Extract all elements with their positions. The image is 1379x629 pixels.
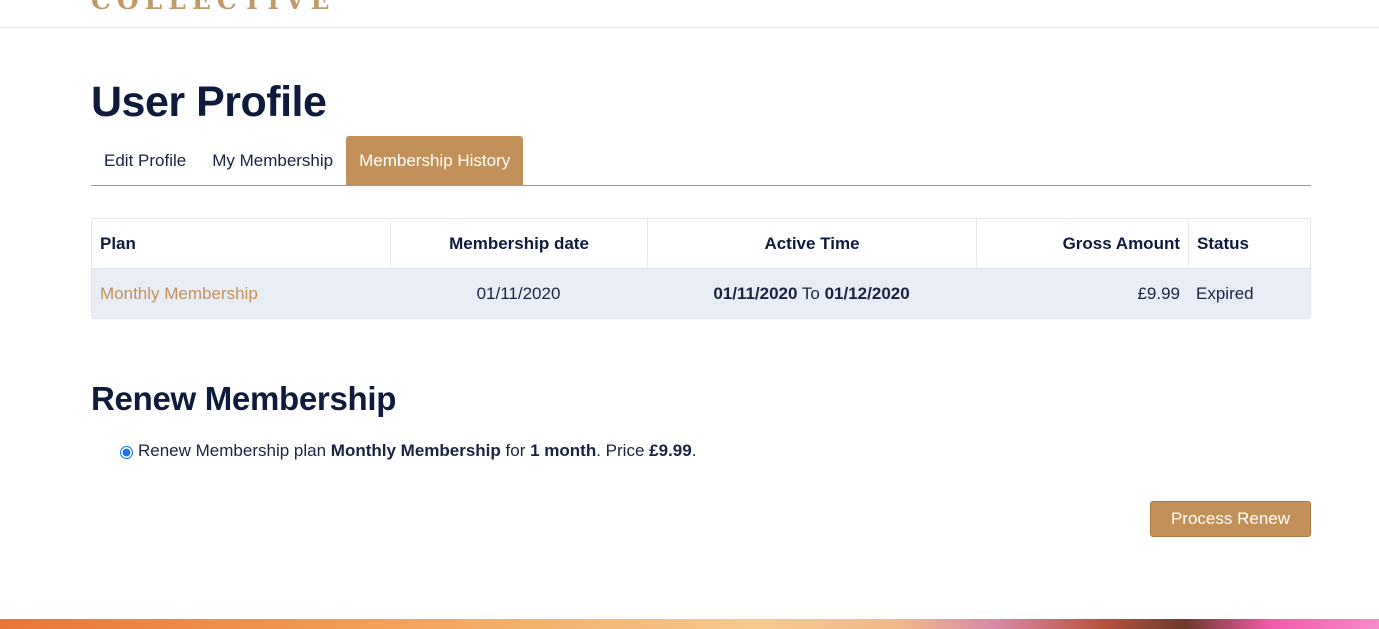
plan-link[interactable]: Monthly Membership	[100, 284, 258, 303]
renew-option-prefix: Renew Membership plan	[138, 441, 327, 460]
column-header-gross-amount: Gross Amount	[976, 219, 1188, 269]
footer-image-banner	[0, 619, 1379, 629]
membership-date-cell: 01/11/2020	[476, 283, 561, 303]
column-header-plan: Plan	[92, 219, 390, 269]
renew-section-title: Renew Membership	[91, 380, 397, 417]
tab-membership-history[interactable]: Membership History	[346, 136, 524, 185]
membership-history-table: Plan Membership date Active Time Gross A…	[91, 218, 1311, 319]
renew-plan-radio[interactable]	[120, 446, 133, 459]
renew-option-suffix: .	[691, 441, 697, 460]
table-row: Monthly Membership 01/11/2020 01/11/2020…	[92, 269, 1310, 318]
status-cell: Expired	[1196, 283, 1254, 303]
active-time-cell: 01/11/2020 To 01/12/2020	[647, 269, 976, 318]
top-nav-bar: COLLECTIVE	[0, 0, 1379, 28]
process-renew-button[interactable]: Process Renew	[1150, 501, 1311, 537]
renew-option-for: for	[505, 441, 526, 460]
column-header-status: Status	[1188, 219, 1310, 269]
tab-edit-profile[interactable]: Edit Profile	[91, 136, 199, 185]
page-title: User Profile	[91, 78, 327, 126]
plan-cell: Monthly Membership	[92, 269, 390, 318]
column-header-membership-date: Membership date	[390, 219, 647, 269]
column-header-active-time: Active Time	[647, 219, 976, 269]
renew-option-price-prefix: . Price	[596, 441, 645, 460]
renew-plan-option[interactable]: Renew Membership plan Monthly Membership…	[120, 441, 696, 461]
active-to-separator: To	[801, 283, 820, 303]
profile-tabs: Edit Profile My Membership Membership Hi…	[91, 136, 1311, 186]
active-from-date: 01/11/2020	[713, 283, 798, 303]
table-header-row: Plan Membership date Active Time Gross A…	[92, 219, 1310, 269]
renew-option-price: £9.99	[649, 441, 692, 460]
gross-amount-cell: £9.99	[1137, 283, 1180, 303]
tab-my-membership[interactable]: My Membership	[199, 136, 346, 185]
renew-option-plan-name: Monthly Membership	[330, 441, 501, 460]
active-to-date: 01/12/2020	[824, 283, 910, 303]
brand-logo[interactable]: COLLECTIVE	[91, 0, 336, 15]
renew-option-duration: 1 month	[530, 441, 597, 460]
